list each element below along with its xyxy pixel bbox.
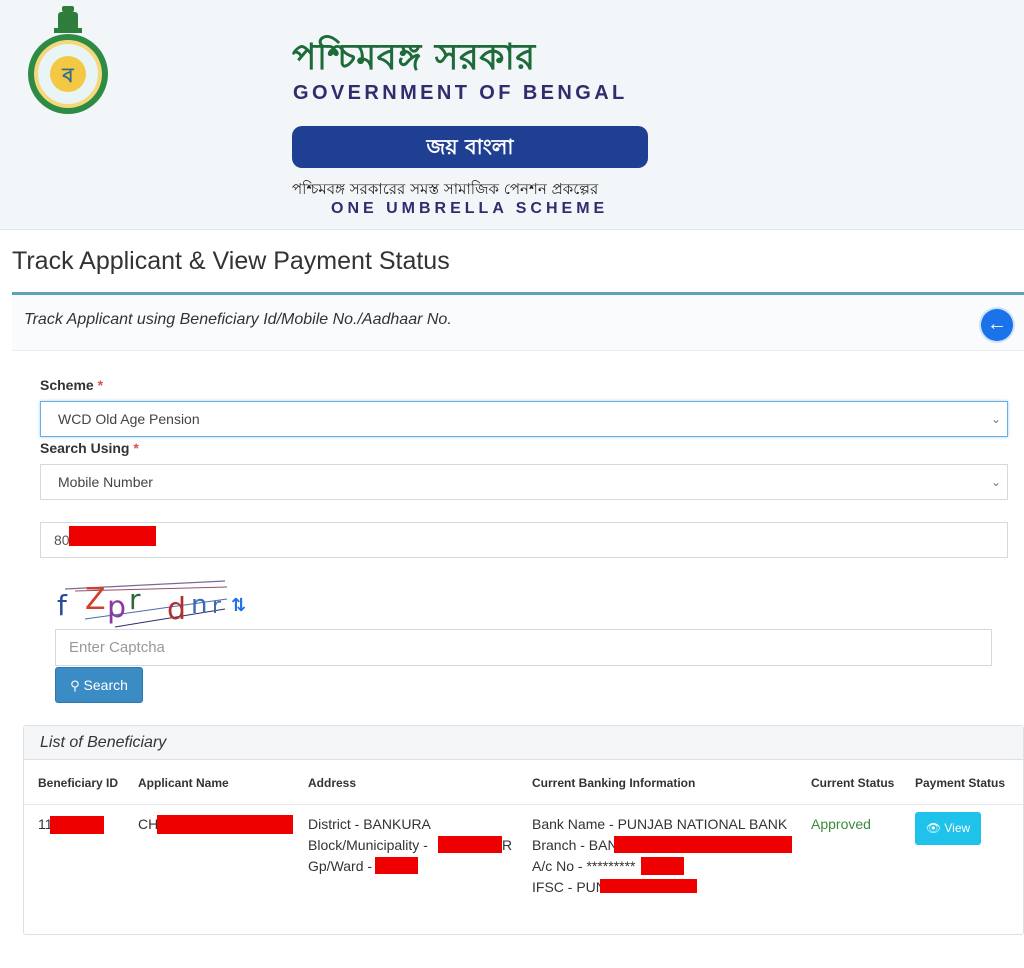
search-button[interactable]: ⚲ Search	[55, 667, 143, 703]
header-scheme-name: ONE UMBRELLA SCHEME	[331, 200, 609, 217]
column-header-payment-status: Payment Status	[915, 776, 1006, 790]
redaction-block	[641, 857, 684, 875]
svg-text:r: r	[212, 594, 222, 619]
redaction-block	[600, 879, 697, 893]
search-using-select[interactable]: Mobile Number ⌄	[40, 464, 1008, 500]
track-applicant-panel: Track Applicant using Beneficiary Id/Mob…	[12, 292, 1024, 964]
column-header-beneficiary-id: Beneficiary ID	[38, 776, 119, 790]
search-icon: ⚲	[70, 678, 80, 693]
svg-text:Z: Z	[85, 582, 106, 617]
search-button-label: Search	[83, 677, 128, 693]
bank-branch: Branch - BAN	[532, 837, 618, 853]
page-title: Track Applicant & View Payment Status	[12, 247, 450, 275]
svg-text:ব: ব	[61, 63, 74, 87]
scheme-select[interactable]: WCD Old Age Pension ⌄	[40, 401, 1008, 437]
column-header-address: Address	[308, 776, 357, 790]
redaction-block	[438, 836, 502, 853]
beneficiary-list-heading: List of Beneficiary	[40, 734, 167, 751]
applicant-name-cell: CH	[138, 816, 159, 832]
header-english-title: GOVERNMENT OF BENGAL	[293, 82, 628, 104]
redaction-block	[50, 816, 104, 834]
column-header-banking-info: Current Banking Information	[532, 776, 696, 790]
eye-icon: 👁	[925, 821, 942, 835]
address-gp-ward: Gp/Ward -	[308, 858, 373, 874]
redaction-block	[157, 815, 293, 834]
address-block: Block/Municipality -	[308, 837, 428, 853]
captcha-image: f Z p r d n r	[55, 579, 229, 631]
svg-text:p: p	[107, 590, 126, 625]
view-payment-button[interactable]: 👁 View	[915, 812, 981, 845]
refresh-icon[interactable]: ⇅	[231, 595, 246, 616]
bank-name: Bank Name - PUNJAB NATIONAL BANK	[532, 816, 788, 832]
back-button[interactable]: ←	[981, 309, 1013, 341]
beneficiary-list: List of Beneficiary Beneficiary ID Appli…	[23, 725, 1024, 935]
column-header-applicant-name: Applicant Name	[138, 776, 229, 790]
redaction-block	[69, 526, 156, 546]
address-district: District - BANKURA	[308, 816, 431, 832]
search-using-selected-value: Mobile Number	[58, 474, 153, 490]
captcha-input[interactable]: Enter Captcha	[55, 629, 992, 666]
svg-text:r: r	[129, 583, 141, 616]
svg-text:n: n	[191, 590, 207, 620]
chevron-down-icon: ⌄	[990, 475, 1001, 489]
ifsc-code: IFSC - PUN	[532, 879, 606, 895]
header-bengali-title: পশ্চিমবঙ্গ সরকার	[292, 37, 536, 78]
government-emblem-logo: ব	[28, 6, 108, 114]
panel-heading: Track Applicant using Beneficiary Id/Mob…	[24, 311, 452, 328]
beneficiary-list-header: List of Beneficiary	[24, 726, 1023, 760]
scheme-selected-value: WCD Old Age Pension	[58, 411, 200, 427]
scheme-label: Scheme *	[40, 377, 104, 393]
account-number: A/c No - *********	[532, 858, 636, 874]
column-header-current-status: Current Status	[811, 776, 895, 790]
captcha-placeholder: Enter Captcha	[69, 639, 165, 656]
search-using-label: Search Using *	[40, 440, 139, 456]
chevron-down-icon: ⌄	[990, 412, 1001, 426]
arrow-left-icon: ←	[987, 313, 1007, 335]
table-divider	[24, 804, 1023, 805]
address-block-suffix: R	[502, 837, 513, 853]
mobile-number-input[interactable]: 80	[40, 522, 1008, 558]
mobile-number-value: 80	[54, 532, 70, 548]
redaction-block	[375, 857, 418, 874]
svg-text:d: d	[167, 592, 186, 627]
panel-header: Track Applicant using Beneficiary Id/Mob…	[12, 295, 1024, 351]
view-button-label: View	[944, 821, 971, 835]
redaction-block	[614, 836, 792, 853]
svg-text:f: f	[57, 589, 68, 622]
status-badge: Approved	[811, 816, 871, 832]
joy-bangla-banner: জয় বাংলা	[292, 126, 648, 168]
site-header: ব পশ্চিমবঙ্গ সরকার GOVERNMENT OF BENGAL …	[0, 0, 1024, 230]
